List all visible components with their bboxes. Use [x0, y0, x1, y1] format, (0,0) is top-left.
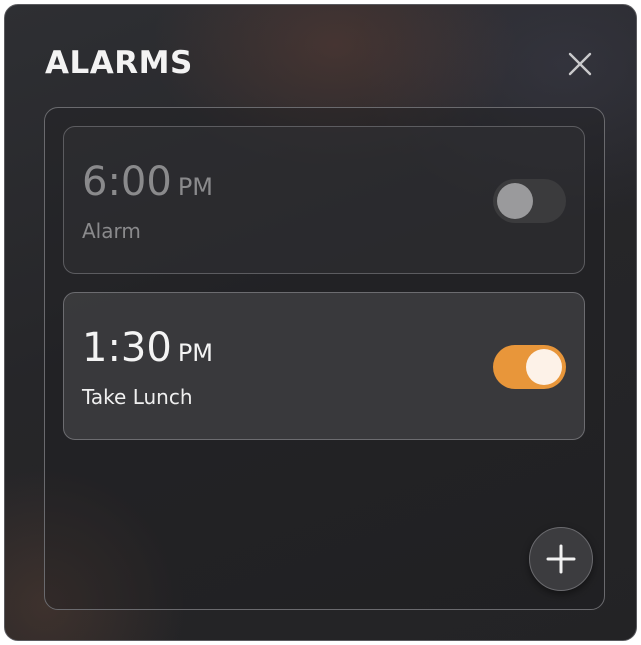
window-title: ALARMS: [45, 45, 193, 81]
alarm-time: 6:00 PM: [82, 159, 213, 213]
plus-icon: [546, 544, 576, 574]
toggle-knob: [497, 183, 533, 219]
alarm-time: 1:30 PM: [82, 325, 213, 379]
toggle-knob: [526, 349, 562, 385]
alarm-list: 6:00 PM Alarm 1:30 PM Take Lunch: [44, 107, 605, 610]
alarm-toggle[interactable]: [493, 179, 566, 223]
alarm-card[interactable]: 6:00 PM Alarm: [63, 126, 585, 274]
alarm-time-digits: 6:00: [82, 159, 172, 205]
add-alarm-button[interactable]: [529, 527, 593, 591]
alarm-label: Alarm: [82, 219, 141, 243]
alarm-card[interactable]: 1:30 PM Take Lunch: [63, 292, 585, 440]
close-icon: [568, 52, 592, 76]
alarm-toggle[interactable]: [493, 345, 566, 389]
close-button[interactable]: [565, 49, 595, 79]
alarm-time-period: PM: [177, 173, 214, 201]
alarm-time-digits: 1:30: [82, 325, 172, 371]
alarm-label: Take Lunch: [82, 385, 193, 409]
alarm-time-period: PM: [177, 339, 214, 367]
alarms-window: ALARMS 6:00 PM Alarm 1:30 PM Take Lunch: [4, 4, 637, 641]
